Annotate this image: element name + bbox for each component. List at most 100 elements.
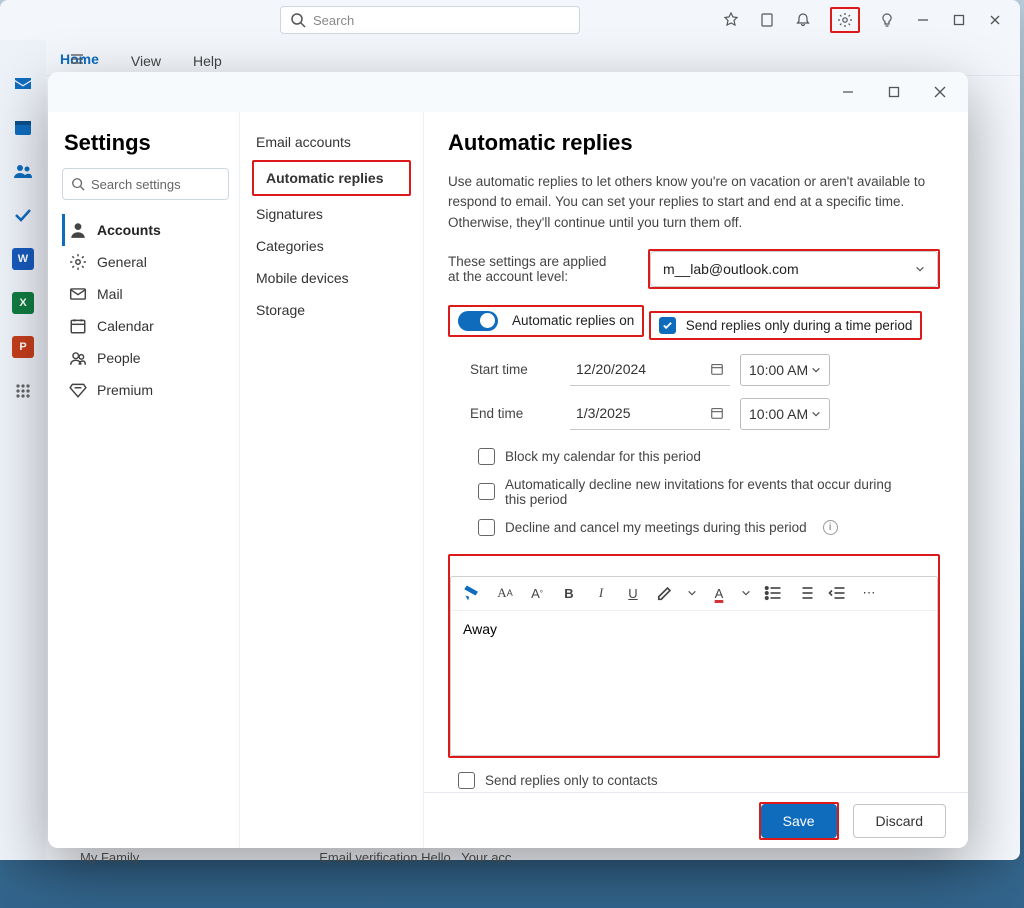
gear-icon [836,11,854,29]
settings-title: Settings [62,120,229,168]
window-maximize-icon[interactable] [950,11,968,29]
dialog-footer: Save Discard [424,792,968,848]
app-powerpoint-icon[interactable]: P [12,336,34,358]
account-value: m__lab@outlook.com [663,261,799,277]
highlight-button[interactable] [655,583,675,603]
dialog-close-button[interactable] [922,77,958,107]
calendar-icon [69,317,87,335]
cat-label: People [97,350,141,366]
editor-text: Away [463,621,497,637]
auto-replies-toggle[interactable] [458,311,498,331]
cat-accounts[interactable]: Accounts [62,214,229,246]
left-app-rail: W X P [0,40,46,860]
cancel-meetings-checkbox[interactable] [478,519,495,536]
start-time-select[interactable]: 10:00 AM [740,354,830,386]
sub-categories[interactable]: Categories [244,230,419,262]
tips-icon[interactable] [878,11,896,29]
more-format-button[interactable]: ⋯ [859,583,879,603]
calendar-icon [710,362,724,376]
settings-dialog: Settings Search settings Accounts Genera… [48,72,968,848]
decline-invitations-label: Automatically decline new invitations fo… [505,477,905,507]
font-size-button[interactable]: A° [527,583,547,603]
cat-label: Mail [97,286,123,302]
sub-email-accounts[interactable]: Email accounts [244,126,419,158]
cat-label: General [97,254,147,270]
end-date-input[interactable]: 1/3/2025 [570,398,730,430]
cat-premium[interactable]: Premium [62,374,229,406]
contacts-only-checkbox[interactable] [458,772,475,789]
start-time-value: 10:00 AM [749,362,808,378]
search-placeholder: Search [313,13,354,28]
bullet-list-button[interactable] [763,583,783,603]
person-icon [69,221,87,239]
cat-general[interactable]: General [62,246,229,278]
editor-toolbar: AA A° B I U A ⋯ [451,577,937,611]
discard-button[interactable]: Discard [853,804,946,838]
app-word-icon[interactable]: W [12,248,34,270]
settings-col2: Email accounts Automatic replies Signatu… [240,112,424,848]
message-editor: AA A° B I U A ⋯ [450,576,938,756]
app-todo-icon[interactable] [12,204,34,226]
chevron-down-icon [811,365,821,375]
end-time-value: 10:00 AM [749,406,808,422]
underline-button[interactable]: U [623,583,643,603]
premium-icon[interactable] [722,11,740,29]
number-list-button[interactable] [795,583,815,603]
tab-view[interactable]: View [127,47,165,75]
settings-icon-highlighted[interactable] [830,7,860,33]
toggle-label: Automatic replies on [512,313,634,328]
ribbon-tabs: Home View Help [0,40,1020,76]
search-settings-input[interactable]: Search settings [62,168,229,200]
decline-invitations-checkbox[interactable] [478,483,495,500]
sub-mobile-devices[interactable]: Mobile devices [244,262,419,294]
chevron-down-icon[interactable] [687,588,697,598]
search-settings-placeholder: Search settings [91,177,181,192]
hamburger-icon[interactable] [68,50,86,68]
format-painter-icon[interactable] [463,583,483,603]
dialog-maximize-button[interactable] [876,77,912,107]
outlook-titlebar: Search [0,0,1020,40]
tab-help[interactable]: Help [189,47,226,75]
global-search[interactable]: Search [280,6,580,34]
account-select[interactable]: m__lab@outlook.com [650,251,938,287]
sub-storage[interactable]: Storage [244,294,419,326]
font-color-button[interactable]: A [709,583,729,603]
chevron-down-icon [811,409,821,419]
search-icon [289,11,307,29]
app-more-icon[interactable] [12,380,34,402]
app-excel-icon[interactable]: X [12,292,34,314]
notifications-icon[interactable] [794,11,812,29]
end-time-select[interactable]: 10:00 AM [740,398,830,430]
print-icon[interactable] [758,11,776,29]
app-mail-icon[interactable] [12,72,34,94]
info-icon[interactable]: i [823,520,838,535]
dialog-minimize-button[interactable] [830,77,866,107]
end-date-value: 1/3/2025 [576,405,631,421]
email-snippet: Email verification Hello , Your acc… [319,850,524,865]
app-calendar-icon[interactable] [12,116,34,138]
font-family-button[interactable]: AA [495,583,515,603]
mail-icon [69,285,87,303]
cat-calendar[interactable]: Calendar [62,310,229,342]
cat-mail[interactable]: Mail [62,278,229,310]
editor-body[interactable]: Away [451,611,937,755]
italic-button[interactable]: I [591,583,611,603]
block-calendar-checkbox[interactable] [478,448,495,465]
app-people-icon[interactable] [12,160,34,182]
diamond-icon [69,381,87,399]
sub-automatic-replies[interactable]: Automatic replies [254,162,409,194]
my-family-label: My Family [80,850,139,865]
bold-button[interactable]: B [559,583,579,603]
settings-content: Automatic replies Use automatic replies … [424,112,968,848]
sub-signatures[interactable]: Signatures [244,198,419,230]
start-date-input[interactable]: 12/20/2024 [570,354,730,386]
cat-label: Accounts [97,222,161,238]
save-button[interactable]: Save [761,804,837,838]
cat-people[interactable]: People [62,342,229,374]
time-period-checkbox[interactable] [659,317,676,334]
window-close-icon[interactable] [986,11,1004,29]
chevron-down-icon[interactable] [741,588,751,598]
outdent-button[interactable] [827,583,847,603]
window-minimize-icon[interactable] [914,11,932,29]
block-calendar-label: Block my calendar for this period [505,449,701,464]
